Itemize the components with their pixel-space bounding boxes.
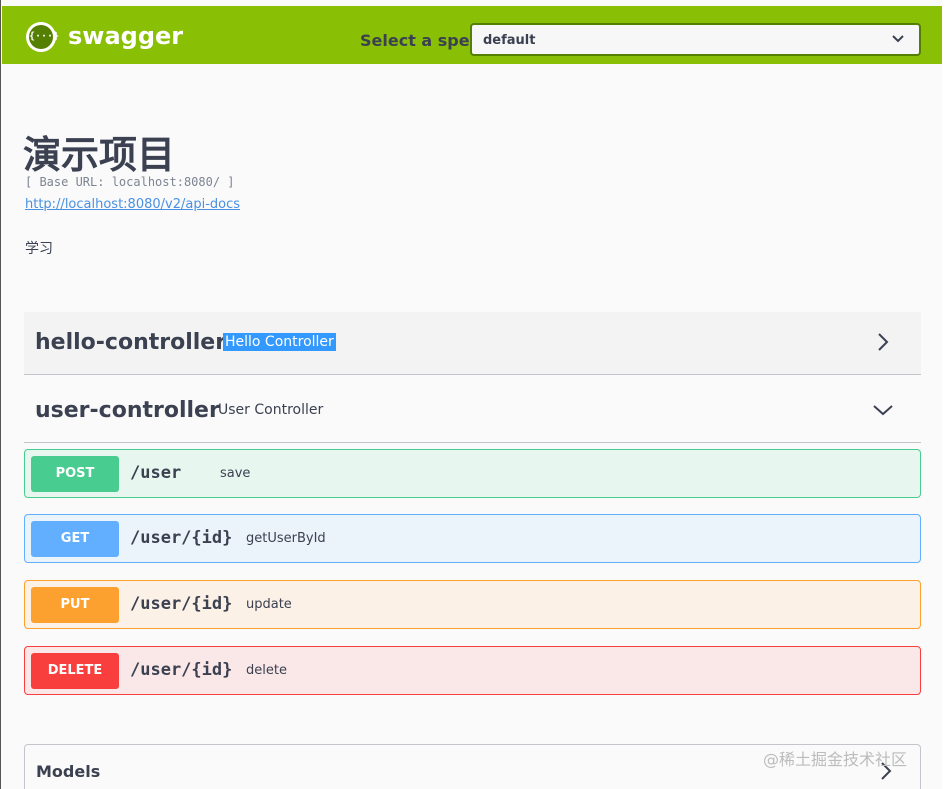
operation-path: /user/{id} (130, 528, 233, 548)
models-label: Models (36, 762, 101, 781)
swagger-logo-icon[interactable]: {···} (26, 22, 59, 52)
operation-delete-user[interactable]: DELETE /user/{id} delete (24, 646, 921, 695)
page-title: 演示项目 (23, 133, 176, 177)
api-description: 学习 (25, 241, 53, 257)
operation-get-user-by-id[interactable]: GET /user/{id} getUserById (24, 514, 921, 563)
tag-name: user-controller (35, 398, 220, 423)
operation-path: /user (130, 463, 182, 483)
tag-hello-controller[interactable]: hello-controller Hello Controller (24, 312, 921, 375)
chevron-right-icon (878, 333, 889, 351)
method-badge: DELETE (31, 653, 119, 689)
brand-name[interactable]: swagger (68, 22, 183, 50)
top-bar: {···} swagger Select a spec default (2, 6, 942, 64)
operation-summary: delete (246, 663, 287, 678)
swagger-ui-page: {···} swagger Select a spec default 演示项目… (0, 0, 942, 789)
watermark: @稀土掘金技术社区 (763, 750, 908, 769)
method-badge: GET (31, 521, 119, 557)
chevron-down-icon (892, 35, 904, 43)
operation-put-user[interactable]: PUT /user/{id} update (24, 580, 921, 629)
operation-summary: getUserById (246, 531, 326, 546)
tag-name: hello-controller (35, 330, 227, 355)
operation-post-user[interactable]: POST /user save (24, 449, 921, 498)
method-badge: POST (31, 456, 119, 492)
spec-select-label: Select a spec (360, 31, 480, 50)
tag-user-controller[interactable]: user-controller User Controller (24, 380, 921, 443)
api-docs-link[interactable]: http://localhost:8080/v2/api-docs (25, 197, 240, 212)
operation-path: /user/{id} (130, 660, 233, 680)
spec-select[interactable]: default (470, 23, 921, 56)
spec-select-value: default (483, 33, 536, 48)
operation-summary: update (246, 597, 292, 612)
tag-description: User Controller (218, 402, 324, 418)
chevron-down-icon (873, 405, 893, 416)
operation-path: /user/{id} (130, 594, 233, 614)
operation-summary: save (220, 466, 251, 481)
tag-description: Hello Controller (223, 333, 336, 351)
method-badge: PUT (31, 587, 119, 623)
base-url: [ Base URL: localhost:8080/ ] (25, 175, 235, 189)
